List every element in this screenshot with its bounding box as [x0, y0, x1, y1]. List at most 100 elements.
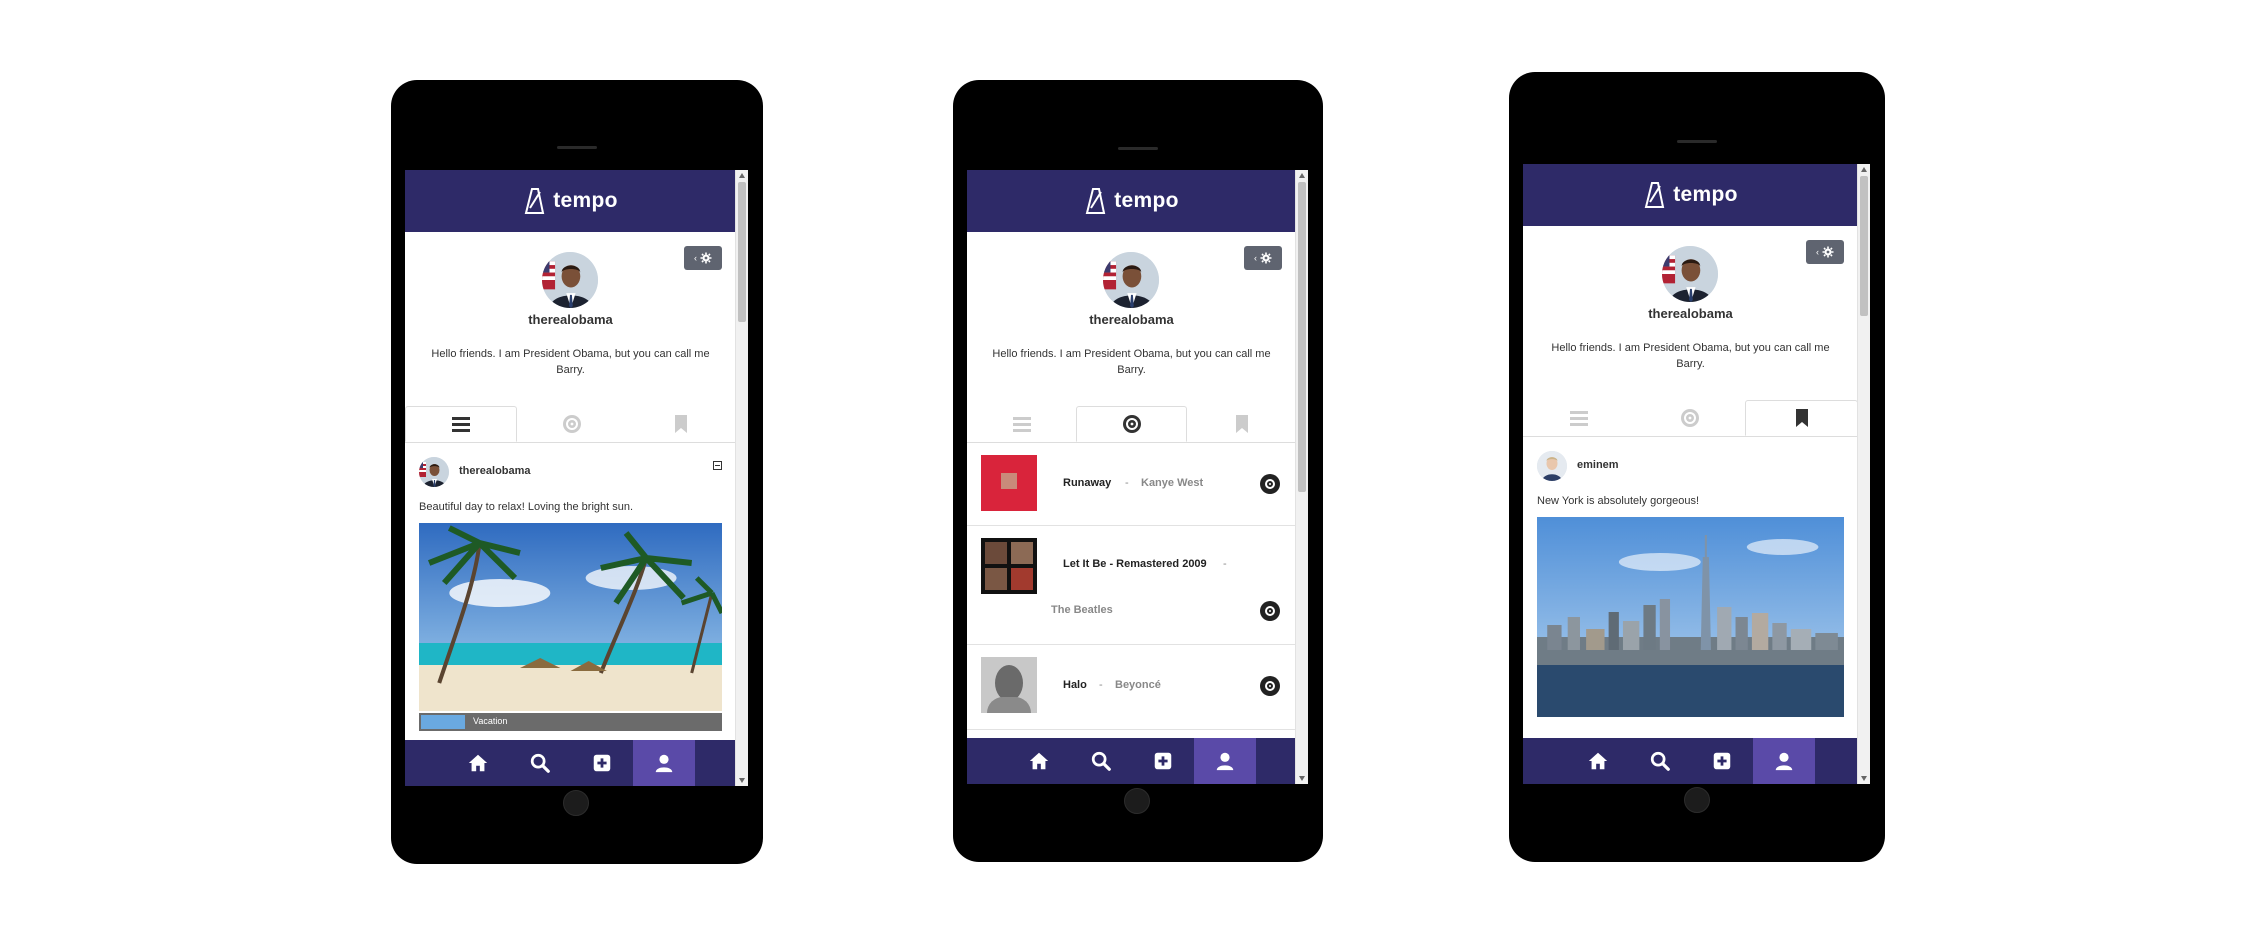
tempo-logo-icon: [1643, 182, 1665, 208]
song-artist: Kanye West: [1141, 477, 1204, 489]
nav-add[interactable]: [571, 740, 633, 786]
bottom-nav: [967, 738, 1296, 784]
post-feed: therealobama Beautiful day to relax! Lov…: [405, 443, 736, 742]
tab-saved[interactable]: [1187, 406, 1296, 442]
phone-frame-songs: tempo ‹ therealobama Hello friends. I am…: [953, 80, 1323, 862]
disc-icon: [1680, 408, 1700, 428]
tab-songs[interactable]: [517, 406, 627, 442]
post-username[interactable]: therealobama: [459, 465, 531, 477]
home-hardware-button[interactable]: [1124, 788, 1150, 814]
profile-username: therealobama: [528, 312, 613, 327]
post-card: eminem New York is absolutely gorgeous!: [1523, 437, 1858, 740]
nav-search[interactable]: [1629, 738, 1691, 784]
settings-gear-icon: [1822, 246, 1834, 258]
profile-icon: [1214, 750, 1236, 772]
bookmark-icon: [671, 414, 691, 434]
nav-add[interactable]: [1132, 738, 1194, 784]
tempo-logo-icon: [1084, 188, 1106, 214]
song-thumbnail: [421, 715, 465, 729]
bottom-nav: [405, 740, 736, 786]
post-image-new-york: [1537, 517, 1844, 717]
bottom-nav: [1523, 738, 1858, 784]
profile-bio: Hello friends. I am President Obama, but…: [992, 348, 1271, 376]
tab-saved[interactable]: [626, 406, 736, 442]
post-avatar[interactable]: [419, 457, 449, 487]
album-art-runaway: [981, 455, 1037, 511]
tab-songs[interactable]: [1634, 400, 1745, 436]
song-separator: -: [1125, 477, 1129, 489]
play-disc-button[interactable]: [1260, 474, 1280, 494]
play-disc-button[interactable]: [1260, 601, 1280, 621]
nav-profile[interactable]: [632, 740, 695, 786]
screen: tempo ‹ therealobama Hello friends. I am…: [1523, 164, 1870, 784]
add-icon: [591, 752, 613, 774]
tab-posts[interactable]: [967, 406, 1076, 442]
song-title: Runaway: [1063, 477, 1112, 489]
album-art-let-it-be: [981, 538, 1037, 594]
nav-add[interactable]: [1691, 738, 1753, 784]
disc-icon: [1122, 414, 1142, 434]
speaker: [557, 146, 597, 149]
list-icon: [451, 414, 471, 434]
settings-button[interactable]: ‹: [1244, 246, 1282, 270]
profile-bio: Hello friends. I am President Obama, but…: [431, 348, 710, 376]
add-icon: [1152, 750, 1174, 772]
post-username[interactable]: eminem: [1577, 459, 1619, 471]
profile-avatar: [542, 252, 598, 308]
post-image-beach: [419, 523, 722, 711]
settings-gear-icon: [1260, 252, 1272, 264]
scrollbar[interactable]: [735, 170, 748, 786]
collapse-icon[interactable]: [713, 461, 722, 470]
tempo-logo-icon: [523, 188, 545, 214]
nav-search[interactable]: [1070, 738, 1132, 784]
song-row-3[interactable]: Halo - Beyoncé: [967, 645, 1296, 730]
app-header: tempo: [1523, 164, 1858, 226]
nav-search[interactable]: [509, 740, 571, 786]
tab-saved[interactable]: [1745, 400, 1858, 436]
attached-song-title: Vacation: [473, 716, 508, 726]
search-icon: [1649, 750, 1671, 772]
list-icon: [1569, 408, 1589, 428]
phone-frame-posts: tempo ‹ therealobama Hello friends. I am…: [391, 80, 763, 864]
disc-icon: [562, 414, 582, 434]
scrollbar[interactable]: [1295, 170, 1308, 784]
post-caption: New York is absolutely gorgeous!: [1537, 495, 1700, 507]
profile-avatar: [1103, 252, 1159, 308]
profile-avatar: [1662, 246, 1718, 302]
profile-tabs: [967, 406, 1296, 443]
post-card: therealobama Beautiful day to relax! Lov…: [405, 443, 736, 742]
saved-feed: eminem New York is absolutely gorgeous!: [1523, 437, 1858, 740]
tab-posts[interactable]: [405, 406, 517, 442]
nav-home[interactable]: [447, 740, 509, 786]
song-row-2[interactable]: Let It Be - Remastered 2009 - The Beatle…: [967, 526, 1296, 645]
profile-tabs: [1523, 400, 1858, 437]
home-hardware-button[interactable]: [563, 790, 589, 816]
song-separator: -: [1223, 558, 1227, 570]
play-disc-button[interactable]: [1260, 676, 1280, 696]
profile-icon: [653, 752, 675, 774]
home-hardware-button[interactable]: [1684, 787, 1710, 813]
brand-name: tempo: [1673, 183, 1738, 206]
profile-tabs: [405, 406, 736, 443]
tab-posts[interactable]: [1523, 400, 1634, 436]
scrollbar[interactable]: [1857, 164, 1870, 784]
app-header: tempo: [405, 170, 736, 232]
nav-profile[interactable]: [1193, 738, 1256, 784]
post-avatar[interactable]: [1537, 451, 1567, 481]
album-art-halo: [981, 657, 1037, 713]
nav-profile[interactable]: [1752, 738, 1815, 784]
home-icon: [1587, 750, 1609, 772]
attached-song-strip[interactable]: Vacation: [419, 713, 722, 731]
brand-name: tempo: [553, 189, 618, 212]
bookmark-icon: [1792, 408, 1812, 428]
settings-button[interactable]: ‹: [684, 246, 722, 270]
song-artist: The Beatles: [1051, 604, 1113, 616]
song-list: Runaway - Kanye West Let It Be - Remaste…: [967, 443, 1296, 740]
song-row-1[interactable]: Runaway - Kanye West: [967, 443, 1296, 526]
settings-button[interactable]: ‹: [1806, 240, 1844, 264]
speaker: [1118, 147, 1158, 150]
tab-songs[interactable]: [1076, 406, 1187, 442]
nav-home[interactable]: [1008, 738, 1070, 784]
nav-home[interactable]: [1567, 738, 1629, 784]
bookmark-icon: [1232, 414, 1252, 434]
